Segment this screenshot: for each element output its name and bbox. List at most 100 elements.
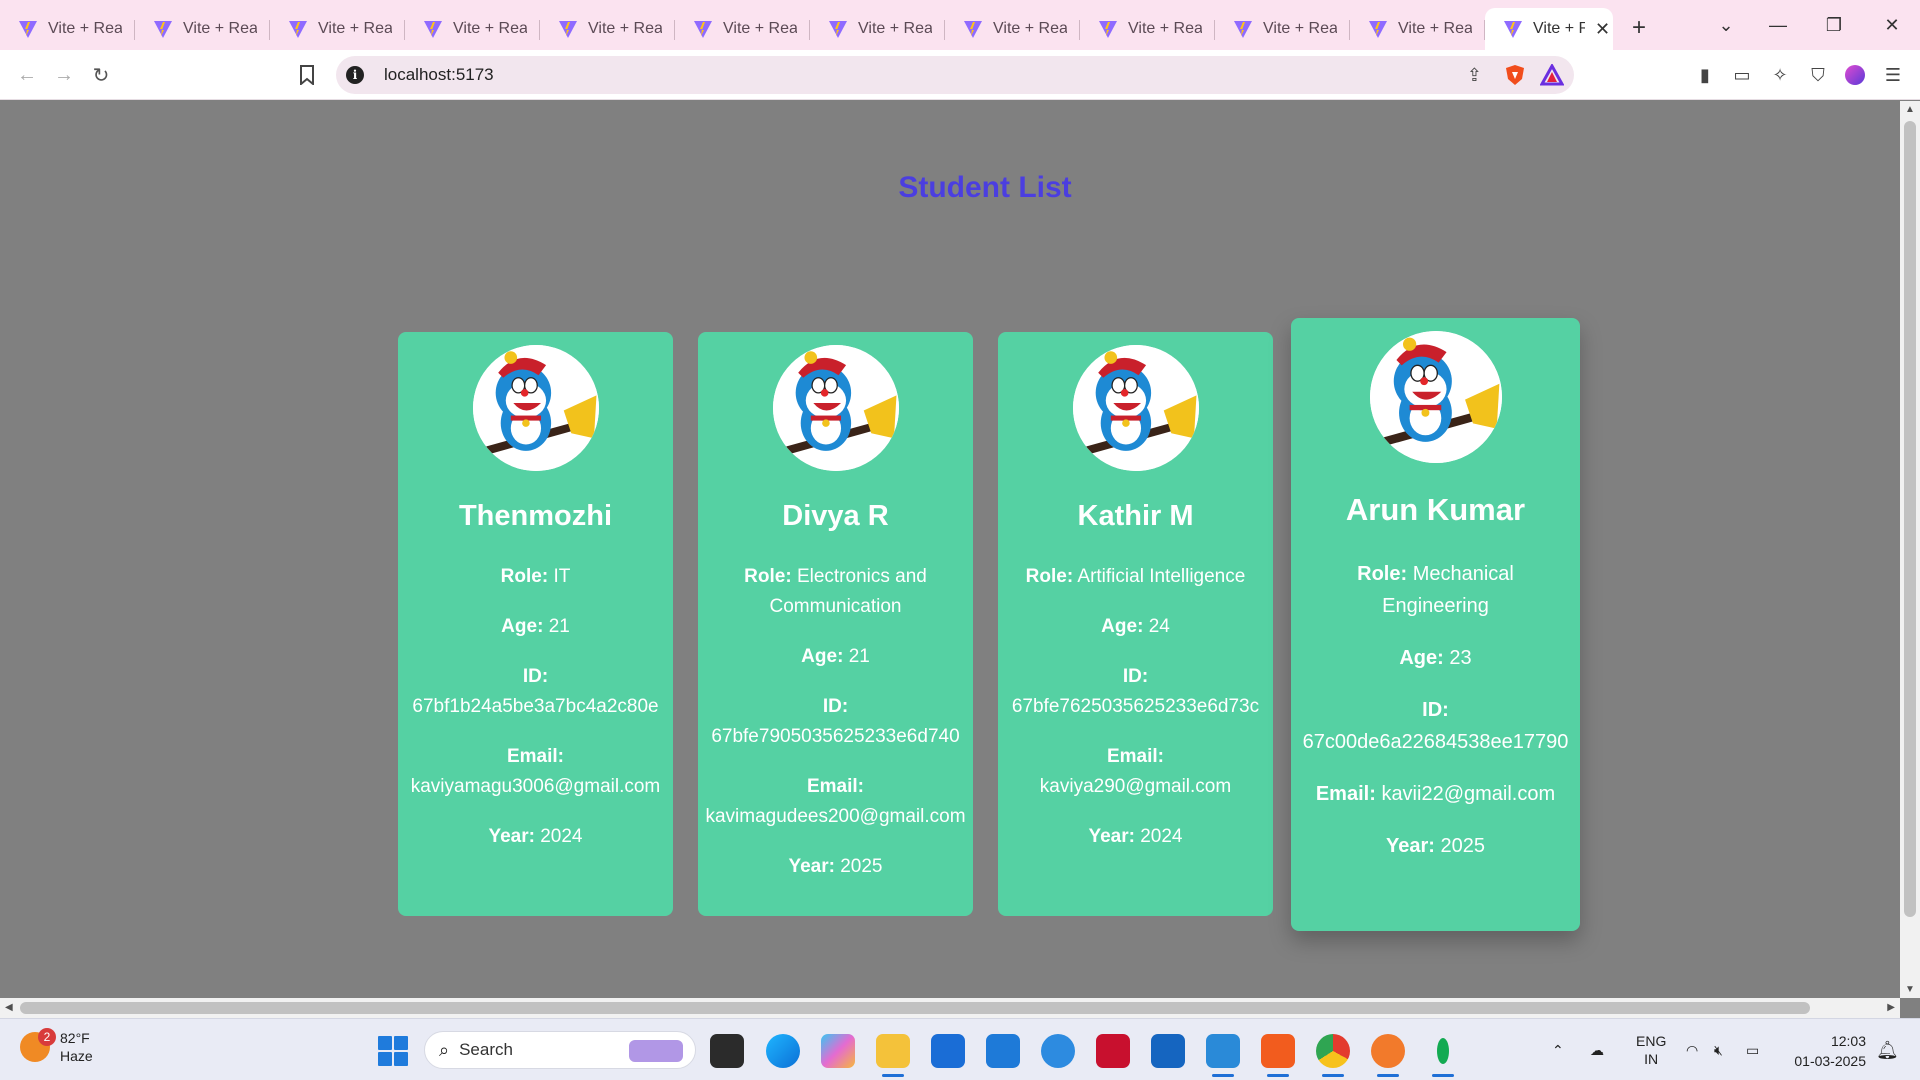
onedrive-icon[interactable]: ☁ xyxy=(1590,1019,1604,1080)
myhp-icon[interactable] xyxy=(986,1034,1020,1068)
student-age: Age: 23 xyxy=(1291,642,1580,674)
address-url[interactable]: localhost:5173 xyxy=(384,65,494,85)
student-year-label: Year: xyxy=(488,826,535,847)
tab-title: Vite + React xyxy=(993,20,1067,37)
search-label: Search xyxy=(459,1040,513,1059)
edge-icon[interactable] xyxy=(766,1034,800,1068)
share-icon[interactable]: ⇪ xyxy=(1467,65,1482,86)
student-id-label: ID: xyxy=(1122,666,1149,687)
weather-condition: Haze xyxy=(60,1048,93,1064)
battery-icon[interactable]: ▭ xyxy=(1746,1019,1759,1080)
student-role-value: Artificial Intelligence xyxy=(1077,566,1246,587)
region-code: IN xyxy=(1644,1051,1659,1067)
browser-tab[interactable]: Vite + React xyxy=(270,8,405,50)
microsoft-store-icon[interactable] xyxy=(931,1034,965,1068)
site-info-icon[interactable]: i xyxy=(346,66,364,84)
browser-toolbar: ← → ↻ i localhost:5173 ⇪ ▮ ▭ ✧ ⛉ ☰ xyxy=(0,50,1920,100)
clock-time: 12:03 xyxy=(1830,1033,1866,1049)
student-year-value: 2025 xyxy=(1440,835,1486,857)
notifications-bell-icon[interactable]: 🔔︎ xyxy=(1876,1019,1899,1080)
scroll-left-icon[interactable]: ◀ xyxy=(5,1002,13,1013)
weather-temperature: 82°F xyxy=(60,1030,90,1046)
doraemon-avatar-image xyxy=(1369,331,1502,463)
postman-icon[interactable] xyxy=(1371,1034,1405,1077)
browser-tab[interactable]: Vite + React xyxy=(810,8,945,50)
system-clock[interactable]: 12:03 01-03-2025 xyxy=(1786,1031,1866,1071)
tab-active[interactable]: Vite + React ✕ xyxy=(1485,8,1613,50)
student-year-value: 2024 xyxy=(540,826,583,847)
vscode-icon[interactable] xyxy=(1206,1034,1240,1077)
brave-rewards-icon[interactable] xyxy=(1540,64,1564,86)
new-tab-button[interactable]: + xyxy=(1619,8,1659,48)
back-icon[interactable]: ← xyxy=(10,58,44,92)
browser-tab[interactable]: Vite + React xyxy=(1350,8,1485,50)
close-tab-icon[interactable]: ✕ xyxy=(1595,19,1610,40)
language-indicator[interactable]: ENG IN xyxy=(1636,1019,1666,1080)
student-role-label: Role: xyxy=(500,566,549,587)
brave-icon[interactable] xyxy=(1261,1034,1295,1077)
wifi-icon[interactable]: ◠ xyxy=(1686,1019,1698,1080)
brave-shields-icon[interactable] xyxy=(1504,64,1526,86)
wallet-icon[interactable]: ▭ xyxy=(1727,60,1757,90)
reload-icon[interactable]: ↻ xyxy=(84,58,118,92)
file-explorer-icon[interactable] xyxy=(876,1034,910,1077)
browser-tab[interactable]: Vite + React xyxy=(675,8,810,50)
address-bar[interactable]: i localhost:5173 ⇪ xyxy=(336,56,1574,94)
minimize-button[interactable]: — xyxy=(1750,0,1806,50)
horizontal-scrollbar[interactable]: ◀ ▶ xyxy=(0,998,1900,1018)
student-email: Email: kavimagudees200@gmail.com xyxy=(698,772,973,832)
profile-icon[interactable] xyxy=(1840,60,1870,90)
restore-button[interactable]: ❐ xyxy=(1806,0,1862,50)
menu-icon[interactable]: ☰ xyxy=(1878,60,1908,90)
browser-tab[interactable]: Vite + React xyxy=(0,8,135,50)
browser-tab[interactable]: Vite + React xyxy=(945,8,1080,50)
horizontal-scroll-thumb[interactable] xyxy=(20,1002,1810,1014)
leo-ai-icon[interactable]: ✧ xyxy=(1765,60,1795,90)
vpn-icon[interactable]: ⛉ xyxy=(1803,60,1833,90)
forward-icon[interactable]: → xyxy=(47,58,81,92)
tab-search-chevron-icon[interactable]: ⌄ xyxy=(1698,0,1754,50)
start-button[interactable] xyxy=(378,1036,408,1066)
browser-tab[interactable]: Vite + React xyxy=(405,8,540,50)
browser-tab[interactable]: Vite + React xyxy=(135,8,270,50)
vertical-scrollbar[interactable]: ▲ ▼ xyxy=(1900,101,1920,998)
outlook-icon[interactable] xyxy=(1151,1034,1185,1068)
scroll-up-icon[interactable]: ▲ xyxy=(1905,104,1915,115)
student-avatar xyxy=(772,345,899,471)
student-id-value: 67bfe7905035625233e6d740 xyxy=(711,726,960,747)
student-id-value: 67bfe7625035625233e6d73c xyxy=(1011,696,1260,717)
show-hidden-icons-icon[interactable]: ⌃ xyxy=(1552,1019,1564,1080)
mongodb-compass-icon[interactable] xyxy=(1426,1034,1460,1077)
student-card: Arun Kumar Role: Mechanical Engineering Ag… xyxy=(1291,318,1580,931)
student-email-value: kaviyamagu3006@gmail.com xyxy=(410,776,661,797)
taskbar-search[interactable]: ⌕ Search xyxy=(424,1031,696,1069)
close-window-button[interactable]: ✕ xyxy=(1864,0,1920,50)
task-view-icon[interactable] xyxy=(710,1034,744,1068)
mcafee-icon[interactable] xyxy=(1096,1034,1130,1068)
sidebar-icon[interactable]: ▮ xyxy=(1690,60,1720,90)
student-id-label: ID: xyxy=(822,696,849,717)
chrome-icon[interactable] xyxy=(1316,1034,1350,1077)
tab-title: Vite + React xyxy=(1398,20,1472,37)
student-id-label: ID: xyxy=(1422,699,1449,721)
student-age-label: Age: xyxy=(501,616,544,637)
volume-muted-icon[interactable]: 🔇︎ xyxy=(1714,1019,1723,1080)
bookmark-icon[interactable] xyxy=(290,58,324,92)
student-year: Year: 2024 xyxy=(998,822,1273,852)
weather-widget[interactable]: 2 82°F Haze xyxy=(20,1028,93,1065)
student-age: Age: 21 xyxy=(398,612,673,642)
browser-tab[interactable]: Vite + React xyxy=(1080,8,1215,50)
student-role: Role: IT xyxy=(398,562,673,592)
browser-tab[interactable]: Vite + React xyxy=(540,8,675,50)
tab-title: Vite + React xyxy=(453,20,527,37)
help-icon[interactable] xyxy=(1041,1034,1075,1068)
scroll-right-icon[interactable]: ▶ xyxy=(1887,1002,1895,1013)
browser-tab[interactable]: Vite + React xyxy=(1215,8,1350,50)
student-age-value: 24 xyxy=(1148,616,1170,637)
student-email-value: kavimagudees200@gmail.com xyxy=(705,806,966,827)
copilot-icon[interactable] xyxy=(821,1034,855,1068)
clock-date: 01-03-2025 xyxy=(1794,1053,1866,1069)
vertical-scroll-thumb[interactable] xyxy=(1904,121,1916,917)
scroll-down-icon[interactable]: ▼ xyxy=(1905,984,1915,995)
student-role-value: IT xyxy=(553,566,571,587)
